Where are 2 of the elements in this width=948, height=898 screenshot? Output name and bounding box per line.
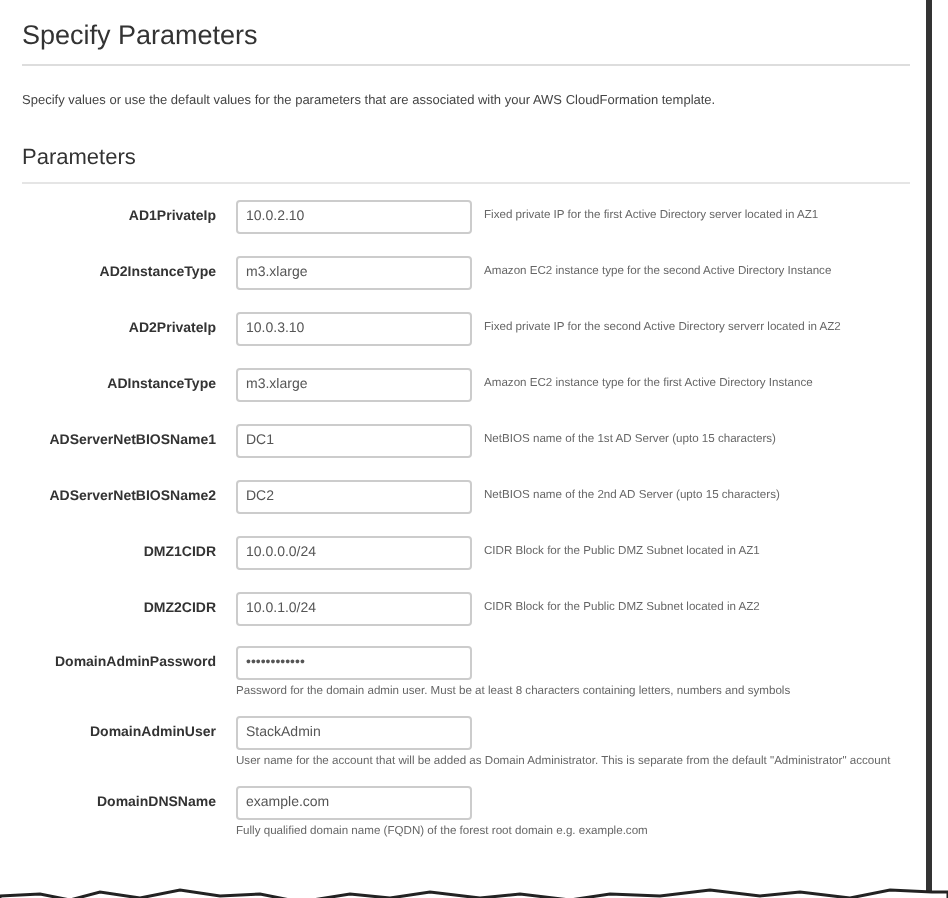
section-title: Parameters (22, 142, 910, 183)
page-title: Specify Parameters (22, 0, 910, 67)
